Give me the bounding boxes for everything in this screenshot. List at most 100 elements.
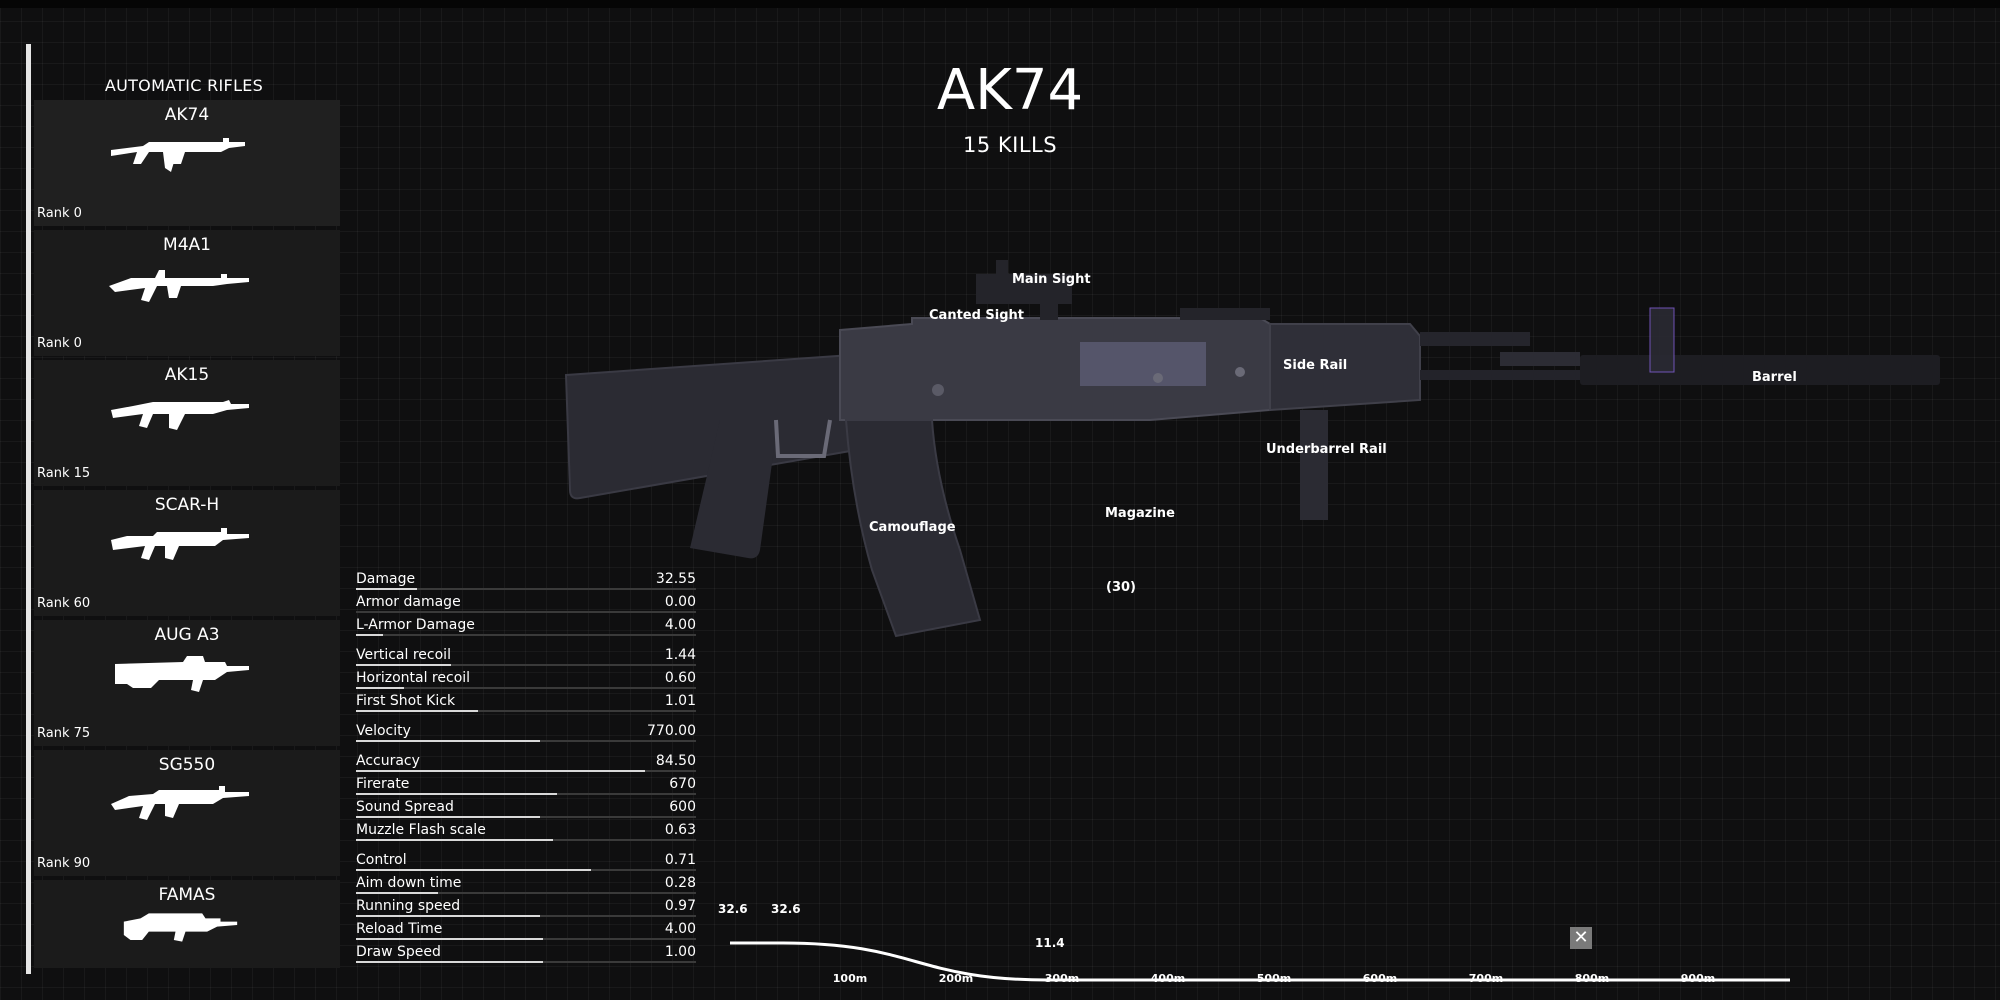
stat-label: Control (356, 852, 407, 868)
stat-label: Reload Time (356, 921, 443, 937)
stat-bar (356, 687, 404, 689)
stat-value: 770.00 (647, 723, 696, 739)
stat-value: 32.55 (655, 571, 696, 587)
weapon-card-scar-h[interactable]: SCAR-H Rank 60 (34, 490, 340, 616)
stat-label: Draw Speed (356, 944, 441, 960)
distance-tick-label: 600m (1362, 972, 1398, 985)
close-icon[interactable]: ✕ (1570, 927, 1592, 949)
stat-label: L-Armor Damage (356, 617, 475, 633)
stat-label: Sound Spread (356, 799, 454, 815)
weapon-name: AK74 (164, 105, 210, 125)
main-sight-label[interactable]: Main Sight (1012, 272, 1091, 287)
stat-track (356, 687, 696, 689)
weapon-rank: Rank 90 (37, 856, 91, 871)
distance-tick-label: 900m (1680, 972, 1716, 985)
stat-row: Reload Time 4.00 (356, 920, 696, 940)
stat-value: 0.97 (664, 898, 696, 914)
falloff-damage-min: 11.4 (1035, 936, 1065, 950)
weapon-card-sg550[interactable]: SG550 Rank 90 (34, 750, 340, 876)
distance-tick-label: 400m (1150, 972, 1186, 985)
stat-label: Horizontal recoil (356, 670, 471, 686)
rifle-dust-cover (1080, 342, 1206, 386)
stat-label: Velocity (356, 723, 411, 739)
camouflage-label[interactable]: Camouflage (869, 520, 956, 535)
stat-bar (356, 892, 438, 894)
stat-value: 0.00 (664, 594, 696, 610)
stat-bar (356, 793, 557, 795)
weapon-card-aug-a3[interactable]: AUG A3 Rank 75 (34, 620, 340, 746)
underbarrel-rail-label[interactable]: Underbarrel Rail (1266, 442, 1387, 457)
stat-row: Running speed 0.97 (356, 897, 696, 917)
famas-rifle-icon (123, 913, 238, 942)
weapon-rank: Rank 0 (37, 206, 82, 221)
stat-bar (356, 588, 418, 590)
m4a1-rifle-icon (109, 270, 249, 302)
stat-label: Armor damage (356, 594, 461, 610)
distance-tick-label: 300m (1044, 972, 1080, 985)
stat-value: 670 (669, 776, 696, 792)
category-title: AUTOMATIC RIFLES (104, 76, 264, 95)
distance-tick-label: 800m (1574, 972, 1610, 985)
weapon-card-m4a1[interactable]: M4A1 Rank 0 (34, 230, 340, 356)
stat-track (356, 611, 696, 613)
stat-row: Draw Speed 1.00 (356, 943, 696, 963)
stat-value: 4.00 (664, 921, 696, 937)
stat-row: Control 0.71 (356, 851, 696, 871)
stat-label: First Shot Kick (356, 693, 456, 709)
distance-tick-label: 500m (1256, 972, 1292, 985)
stat-row: Aim down time 0.28 (356, 874, 696, 894)
weapon-card-ak74[interactable]: AK74 Rank 0 (34, 100, 340, 226)
stat-bar (356, 839, 554, 841)
stat-row: Firerate 670 (356, 775, 696, 795)
stat-label: Firerate (356, 776, 410, 792)
stat-value: 600 (669, 799, 696, 815)
sg550-rifle-icon (111, 786, 249, 820)
stat-track (356, 634, 696, 636)
distance-tick-label: 200m (938, 972, 974, 985)
weapon-card-ak15[interactable]: AK15 Rank 15 (34, 360, 340, 486)
barrel-label[interactable]: Barrel (1752, 370, 1797, 385)
aug-a3-rifle-icon (115, 656, 249, 692)
ak15-rifle-icon (111, 400, 249, 430)
stat-label: Accuracy (356, 753, 420, 769)
weapon-rank: Rank 0 (37, 336, 82, 351)
stat-row: Sound Spread 600 (356, 798, 696, 818)
stat-value: 0.60 (664, 670, 696, 686)
stat-value: 1.44 (664, 647, 696, 663)
list-divider (26, 44, 31, 974)
weapon-name: SG550 (158, 755, 216, 775)
magazine-capacity: (30) (1106, 580, 1136, 595)
stat-bar (356, 816, 540, 818)
rifle-foregrip (1300, 410, 1328, 520)
stat-bar (356, 634, 384, 636)
stat-bar (356, 961, 543, 963)
stat-value: 1.01 (664, 693, 696, 709)
stat-label: Aim down time (356, 875, 462, 891)
weapon-rank: Rank 75 (37, 726, 91, 741)
stat-value: 0.63 (664, 822, 696, 838)
magazine-label[interactable]: Magazine (1105, 506, 1175, 521)
weapon-name: FAMAS (158, 885, 216, 905)
stat-row: First Shot Kick 1.01 (356, 692, 696, 712)
stat-row: L-Armor Damage 4.00 (356, 616, 696, 636)
weapon-rank: Rank 60 (37, 596, 91, 611)
stat-row: Armor damage 0.00 (356, 593, 696, 613)
side-rail-label[interactable]: Side Rail (1283, 358, 1347, 373)
ak74-rifle-icon (111, 138, 245, 172)
stat-value: 4.00 (664, 617, 696, 633)
canted-sight-label[interactable]: Canted Sight (929, 308, 1024, 323)
rifle-front-sight (1649, 307, 1675, 373)
ak74-model (564, 260, 1940, 638)
falloff-damage-hold: 32.6 (771, 902, 801, 916)
weapon-name: AUG A3 (154, 625, 220, 645)
stat-bar (356, 664, 452, 666)
weapon-card-famas[interactable]: FAMAS (34, 880, 340, 968)
weapon-name: AK15 (164, 365, 210, 385)
weapon-list: AK74 Rank 0 M4A1 Rank 0 AK15 Rank 15 SCA… (34, 100, 340, 972)
stat-value: 84.50 (655, 753, 696, 769)
stat-value: 1.00 (664, 944, 696, 960)
weapon-name: SCAR-H (154, 495, 220, 515)
stat-value: 0.28 (664, 875, 696, 891)
stat-bar (356, 770, 645, 772)
stat-row: Vertical recoil 1.44 (356, 646, 696, 666)
